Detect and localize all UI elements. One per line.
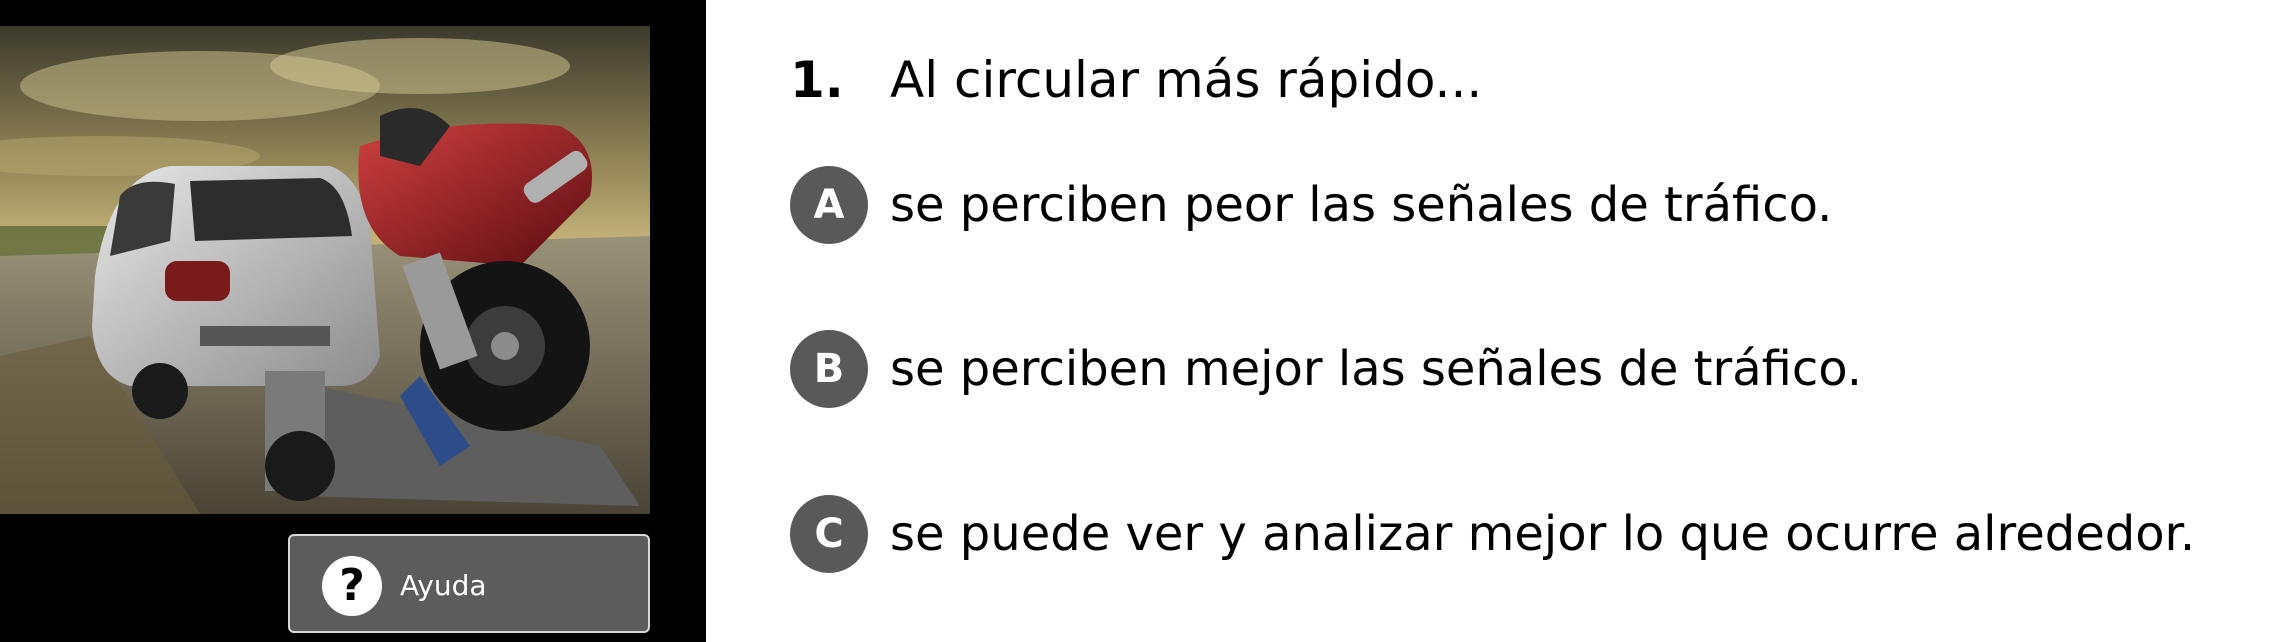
help-button[interactable]: ? Ayuda bbox=[288, 534, 650, 633]
option-a-text: se perciben peor las señales de tráfico. bbox=[890, 177, 1833, 233]
question-image bbox=[0, 26, 650, 514]
option-c[interactable]: C se puede ver y analizar mejor lo que o… bbox=[790, 495, 2270, 573]
question-mark-icon: ? bbox=[322, 556, 382, 616]
option-c-text: se puede ver y analizar mejor lo que ocu… bbox=[890, 506, 2196, 562]
option-c-badge: C bbox=[790, 495, 868, 573]
option-b[interactable]: B se perciben mejor las señales de tráfi… bbox=[790, 330, 2270, 408]
option-b-badge: B bbox=[790, 330, 868, 408]
question-number: 1. bbox=[790, 51, 844, 109]
car-towing-motorcycle-photo bbox=[0, 26, 650, 514]
help-label: Ayuda bbox=[400, 569, 487, 602]
left-panel: ? Ayuda bbox=[0, 0, 706, 642]
option-b-text: se perciben mejor las señales de tráfico… bbox=[890, 341, 1863, 397]
option-a[interactable]: A se perciben peor las señales de tráfic… bbox=[790, 166, 2270, 244]
question-text: Al circular más rápido... bbox=[890, 51, 1483, 109]
option-a-badge: A bbox=[790, 166, 868, 244]
